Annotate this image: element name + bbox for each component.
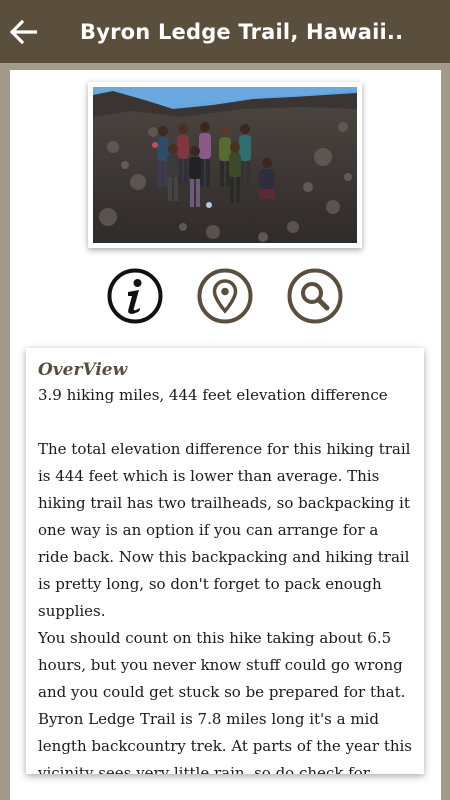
content-panel: OverView 3.9 hiking miles, 444 feet elev… xyxy=(10,70,441,800)
trail-photo-frame xyxy=(88,82,362,248)
app-bar: Byron Ledge Trail, Hawaii.. xyxy=(0,0,450,63)
overview-summary: 3.9 hiking miles, 444 feet elevation dif… xyxy=(38,386,388,404)
overview-card: OverView 3.9 hiking miles, 444 feet elev… xyxy=(26,348,424,774)
map-pin-icon xyxy=(197,268,253,324)
arrow-left-icon xyxy=(10,19,37,44)
info-icon xyxy=(107,268,163,324)
search-icon xyxy=(287,268,343,324)
back-button[interactable] xyxy=(0,0,48,63)
overview-body: The total elevation difference for this … xyxy=(38,440,412,774)
search-button[interactable] xyxy=(287,268,343,324)
action-icons-row xyxy=(10,268,441,328)
overview-heading: OverView xyxy=(38,360,128,380)
info-button[interactable] xyxy=(107,268,163,324)
page-title: Byron Ledge Trail, Hawaii.. xyxy=(80,19,404,44)
map-location-button[interactable] xyxy=(197,268,253,324)
trail-photo xyxy=(93,87,357,243)
